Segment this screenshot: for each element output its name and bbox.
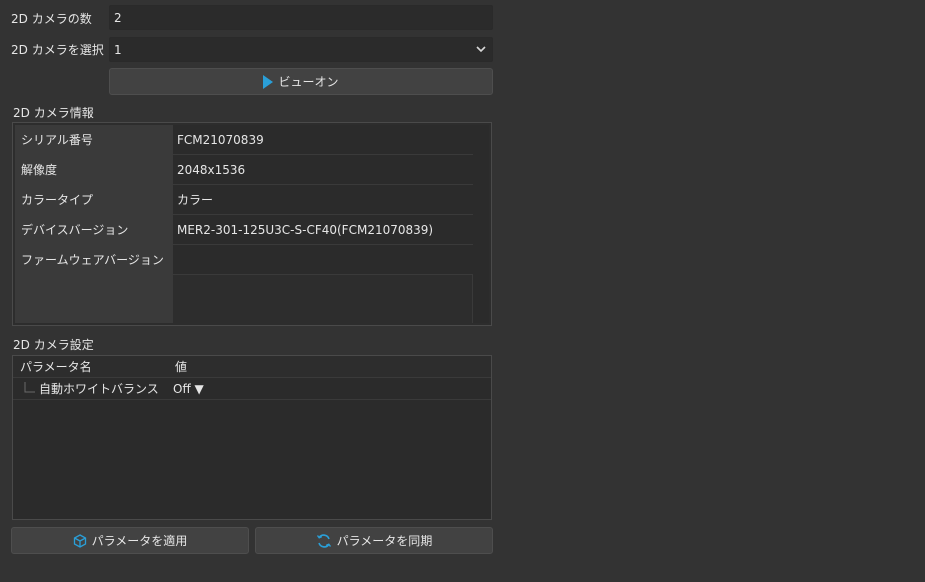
camera-select-label: 2D カメラを選択 xyxy=(11,43,104,57)
info-key: ファームウェアバージョン xyxy=(15,245,173,274)
tree-branch-icon xyxy=(23,381,35,396)
param-name-cell: 自動ホワイトバランス xyxy=(13,378,173,399)
info-scrollbar-track[interactable] xyxy=(472,125,489,323)
sync-parameters-button[interactable]: パラメータを同期 xyxy=(255,527,493,554)
sync-icon xyxy=(316,533,332,549)
param-table-header: パラメータ名 値 xyxy=(13,356,491,378)
param-value: Off ▼ xyxy=(173,381,204,396)
camera-count-label: 2D カメラの数 xyxy=(11,12,92,26)
sync-parameters-label: パラメータを同期 xyxy=(336,534,433,548)
info-row-firmware-version: ファームウェアバージョン xyxy=(15,245,473,275)
chevron-down-icon xyxy=(476,46,486,53)
info-row-serial: シリアル番号 FCM21070839 xyxy=(15,125,473,155)
param-value-header: 値 xyxy=(175,360,188,374)
apply-parameters-button[interactable]: パラメータを適用 xyxy=(11,527,249,554)
info-key: デバイスバージョン xyxy=(15,215,173,244)
camera-settings-panel: パラメータ名 値 自動ホワイトバランス Off ▼ xyxy=(12,355,492,520)
param-row-auto-white-balance[interactable]: 自動ホワイトバランス Off ▼ xyxy=(13,378,491,400)
view-on-label: ビューオン xyxy=(278,75,339,89)
view-on-button[interactable]: ビューオン xyxy=(109,68,493,95)
camera-select-dropdown[interactable]: 1 xyxy=(109,37,493,62)
camera-info-title: 2D カメラ情報 xyxy=(13,106,94,120)
info-value: カラー xyxy=(173,185,473,214)
play-icon xyxy=(263,74,274,89)
info-value: FCM21070839 xyxy=(173,125,473,154)
info-value: 2048x1536 xyxy=(173,155,473,184)
camera-info-panel: シリアル番号 FCM21070839 解像度 2048x1536 カラータイプ … xyxy=(12,122,492,326)
info-key: 解像度 xyxy=(15,155,173,184)
apply-parameters-label: パラメータを適用 xyxy=(91,534,188,548)
info-row-device-version: デバイスバージョン MER2-301-125U3C-S-CF40(FCM2107… xyxy=(15,215,473,245)
camera-count-value: 2 xyxy=(114,10,122,25)
param-value-dropdown[interactable]: Off ▼ xyxy=(173,378,491,399)
camera-info-table: シリアル番号 FCM21070839 解像度 2048x1536 カラータイプ … xyxy=(15,125,473,275)
param-name: 自動ホワイトバランス xyxy=(39,382,159,396)
info-key: カラータイプ xyxy=(15,185,173,214)
camera-select-value: 1 xyxy=(114,42,122,57)
info-key-column-fill xyxy=(15,275,173,323)
info-value: MER2-301-125U3C-S-CF40(FCM21070839) xyxy=(173,215,473,244)
camera-settings-title: 2D カメラ設定 xyxy=(13,338,94,352)
info-key: シリアル番号 xyxy=(15,125,173,154)
info-value xyxy=(173,245,473,274)
param-name-header: パラメータ名 xyxy=(20,360,92,374)
info-row-color-type: カラータイプ カラー xyxy=(15,185,473,215)
cube-icon xyxy=(73,533,87,548)
info-row-resolution: 解像度 2048x1536 xyxy=(15,155,473,185)
camera-count-field[interactable]: 2 xyxy=(109,5,493,30)
